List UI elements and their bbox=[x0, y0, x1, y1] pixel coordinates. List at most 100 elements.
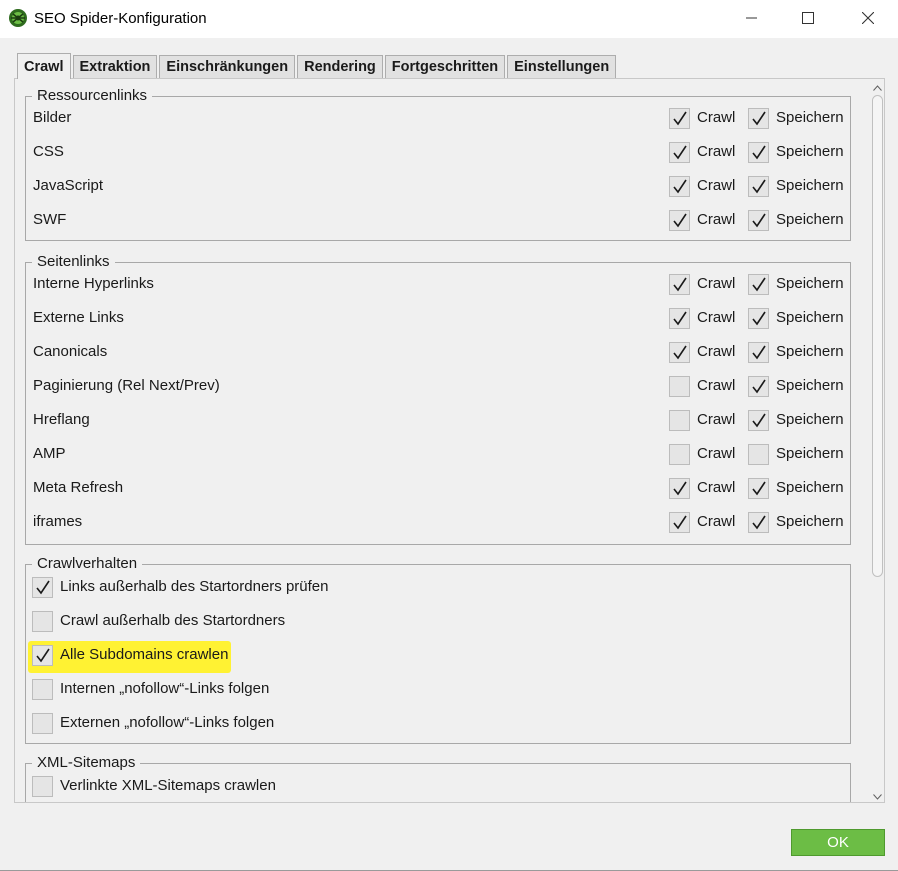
store-checkbox[interactable] bbox=[748, 478, 769, 499]
store-checkbox[interactable] bbox=[748, 444, 769, 465]
ok-button[interactable]: OK bbox=[791, 829, 885, 856]
store-checkbox[interactable] bbox=[748, 142, 769, 163]
crawl-checkbox[interactable] bbox=[669, 108, 690, 129]
crawl-checkbox-label: Crawl bbox=[697, 411, 736, 428]
vertical-scrollbar[interactable] bbox=[870, 79, 884, 802]
crawl-checkbox[interactable] bbox=[669, 274, 690, 295]
scrollbar-thumb[interactable] bbox=[872, 95, 883, 577]
store-checkbox[interactable] bbox=[748, 512, 769, 533]
tab-extraktion[interactable]: Extraktion bbox=[72, 55, 158, 79]
store-checkbox-label: Speichern bbox=[776, 479, 844, 496]
store-checkbox-label: Speichern bbox=[776, 411, 844, 428]
xml-sitemaps-group: XML-Sitemaps Verlinkte XML-Sitemaps craw… bbox=[25, 754, 851, 802]
maximize-icon bbox=[802, 11, 814, 28]
crawl-behavior-group: Crawlverhalten Links außerhalb des Start… bbox=[25, 555, 851, 744]
maximize-button[interactable] bbox=[780, 0, 836, 38]
crawl-checkbox-label: Crawl bbox=[697, 343, 736, 360]
option-row: Links außerhalb des Startordners prüfen bbox=[26, 571, 850, 605]
link-type-row: Meta Refresh Crawl Speichern bbox=[26, 472, 850, 506]
close-icon bbox=[861, 11, 875, 28]
resource-links-group: Ressourcenlinks Bilder Crawl Speichern CSS C… bbox=[25, 87, 851, 241]
option-label: Internen „nofollow“-Links folgen bbox=[60, 680, 270, 697]
store-checkbox-label: Speichern bbox=[776, 275, 844, 292]
store-checkbox[interactable] bbox=[748, 108, 769, 129]
link-type-label: iframes bbox=[33, 513, 83, 530]
store-checkbox[interactable] bbox=[748, 308, 769, 329]
link-type-label: SWF bbox=[33, 211, 67, 228]
scroll-up-button[interactable] bbox=[870, 79, 884, 95]
link-type-label: CSS bbox=[33, 143, 64, 160]
crawl-checkbox-label: Crawl bbox=[697, 211, 736, 228]
link-type-row: JavaScript Crawl Speichern bbox=[26, 170, 850, 204]
store-checkbox[interactable] bbox=[748, 342, 769, 363]
option-checkbox[interactable] bbox=[32, 611, 53, 632]
window-title: SEO Spider-Konfiguration bbox=[34, 10, 207, 27]
option-label: Links außerhalb des Startordners prüfen bbox=[60, 578, 329, 595]
chevron-up-icon bbox=[873, 79, 882, 95]
crawl-checkbox[interactable] bbox=[669, 478, 690, 499]
option-label: Alle Subdomains crawlen bbox=[60, 646, 229, 663]
store-checkbox[interactable] bbox=[748, 210, 769, 231]
store-checkbox[interactable] bbox=[748, 176, 769, 197]
crawl-checkbox-label: Crawl bbox=[697, 479, 736, 496]
link-type-row: Interne Hyperlinks Crawl Speichern bbox=[26, 268, 850, 302]
crawl-checkbox-label: Crawl bbox=[697, 309, 736, 326]
link-type-row: iframes Crawl Speichern bbox=[26, 506, 850, 540]
store-checkbox[interactable] bbox=[748, 410, 769, 431]
crawl-checkbox[interactable] bbox=[669, 444, 690, 465]
crawl-checkbox-label: Crawl bbox=[697, 109, 736, 126]
store-checkbox-label: Speichern bbox=[776, 109, 844, 126]
option-checkbox[interactable] bbox=[32, 577, 53, 598]
option-checkbox[interactable] bbox=[32, 645, 53, 666]
crawl-checkbox-label: Crawl bbox=[697, 377, 736, 394]
option-label: Crawl außerhalb des Startordners bbox=[60, 612, 286, 629]
crawl-checkbox[interactable] bbox=[669, 176, 690, 197]
link-type-label: Paginierung (Rel Next/Prev) bbox=[33, 377, 220, 394]
crawl-checkbox-label: Crawl bbox=[697, 177, 736, 194]
link-type-row: AMP Crawl Speichern bbox=[26, 438, 850, 472]
tab-einstellungen[interactable]: Einstellungen bbox=[507, 55, 617, 79]
page-links-group: Seitenlinks Interne Hyperlinks Crawl Speic… bbox=[25, 253, 851, 545]
tab-fortgeschritten[interactable]: Fortgeschritten bbox=[384, 55, 506, 79]
dialog-body: Crawl Extraktion Einschränkungen Renderi… bbox=[0, 38, 898, 871]
option-row: Alle Subdomains crawlen bbox=[26, 639, 850, 673]
crawl-checkbox[interactable] bbox=[669, 376, 690, 397]
option-label: Verlinkte XML-Sitemaps crawlen bbox=[60, 777, 276, 794]
crawl-checkbox[interactable] bbox=[669, 342, 690, 363]
link-type-label: AMP bbox=[33, 445, 66, 462]
option-row: Internen „nofollow“-Links folgen bbox=[26, 673, 850, 707]
crawl-checkbox-label: Crawl bbox=[697, 143, 736, 160]
scroll-down-button[interactable] bbox=[870, 788, 884, 802]
store-checkbox[interactable] bbox=[748, 274, 769, 295]
store-checkbox-label: Speichern bbox=[776, 343, 844, 360]
tab-crawl[interactable]: Crawl bbox=[17, 53, 71, 79]
spider-logo-icon bbox=[8, 8, 28, 28]
crawl-checkbox[interactable] bbox=[669, 410, 690, 431]
option-checkbox[interactable] bbox=[32, 679, 53, 700]
crawl-checkbox[interactable] bbox=[669, 142, 690, 163]
close-button[interactable] bbox=[840, 0, 896, 38]
option-row: Verlinkte XML-Sitemaps crawlen bbox=[26, 770, 850, 802]
option-checkbox[interactable] bbox=[32, 776, 53, 797]
link-type-row: SWF Crawl Speichern bbox=[26, 204, 850, 238]
store-checkbox-label: Speichern bbox=[776, 211, 844, 228]
link-type-row: Hreflang Crawl Speichern bbox=[26, 404, 850, 438]
crawl-checkbox[interactable] bbox=[669, 512, 690, 533]
tab-panel-crawl: Ressourcenlinks Bilder Crawl Speichern CSS C… bbox=[14, 78, 885, 803]
link-type-row: Paginierung (Rel Next/Prev) Crawl Speicher… bbox=[26, 370, 850, 404]
link-type-label: JavaScript bbox=[33, 177, 104, 194]
store-checkbox-label: Speichern bbox=[776, 445, 844, 462]
minimize-button[interactable] bbox=[724, 0, 780, 38]
link-type-label: Meta Refresh bbox=[33, 479, 124, 496]
store-checkbox[interactable] bbox=[748, 376, 769, 397]
crawl-checkbox[interactable] bbox=[669, 210, 690, 231]
option-checkbox[interactable] bbox=[32, 713, 53, 734]
store-checkbox-label: Speichern bbox=[776, 309, 844, 326]
link-type-label: Canonicals bbox=[33, 343, 108, 360]
tab-einschraenkungen[interactable]: Einschränkungen bbox=[159, 55, 296, 79]
tab-rendering[interactable]: Rendering bbox=[297, 55, 383, 79]
store-checkbox-label: Speichern bbox=[776, 177, 844, 194]
crawl-checkbox[interactable] bbox=[669, 308, 690, 329]
link-type-row: Externe Links Crawl Speichern bbox=[26, 302, 850, 336]
store-checkbox-label: Speichern bbox=[776, 377, 844, 394]
